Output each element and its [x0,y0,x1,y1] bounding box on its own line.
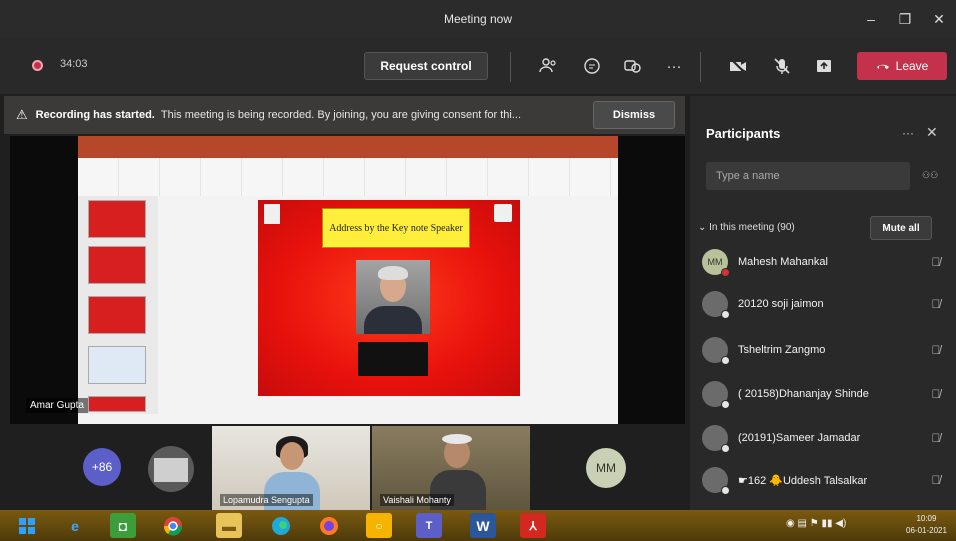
mic-off-icon: 🎙̸ [931,297,941,311]
avatar[interactable] [148,446,194,492]
slide-thumbnail [88,346,146,384]
participant-row[interactable]: MM Mahesh Mahankal 🎙̸ [702,244,946,280]
participant-name: Tsheltrim Zangmo [738,344,826,356]
mic-off-icon: 🎙̸ [931,473,941,487]
participant-name: Mahesh Mahankal [738,256,828,268]
window-controls: – ❐ ✕ [854,0,956,38]
video-tile[interactable]: Lopamudra Sengupta [212,426,370,510]
share-icon[interactable] [812,54,836,78]
avatar [702,337,730,365]
leave-label: Leave [895,59,929,73]
teams-icon[interactable]: T [416,513,442,538]
logo-left [264,204,280,224]
banner-bold-text: Recording has started. [35,109,155,121]
avatar [702,467,730,495]
video-tile[interactable]: Vaishali Mohanty [372,426,530,510]
camera-off-icon[interactable] [726,54,750,78]
in-meeting-section-header[interactable]: ⌄ In this meeting (90) [698,222,795,233]
slide-thumbnails [78,196,158,414]
ppt-ribbon [78,148,618,196]
slide-thumbnail [88,200,146,238]
firefox-icon[interactable] [316,513,342,538]
store-icon[interactable]: ◘ [110,513,136,538]
toolbar-divider [700,52,701,82]
word-icon[interactable]: W [470,513,496,538]
participant-name: ☛162 🐥Uddesh Talsalkar [738,474,868,487]
reactions-icon[interactable] [620,54,644,78]
meeting-toolbar: 34:03 Request control ··· Leave [0,38,956,94]
mic-off-icon: 🎙̸ [931,387,941,401]
taskbar: e ◘ ▬ ○ T W ⅄ ◉ ▤ ⚑ ▮▮ ◀) 10:09 06-01-20… [0,510,956,541]
internet-explorer-icon[interactable]: e [62,513,88,538]
acrobat-icon[interactable]: ⅄ [520,513,546,538]
mic-off-icon[interactable] [770,54,794,78]
video-name-label: Lopamudra Sengupta [220,494,313,506]
toolbar-divider [510,52,511,82]
slide-thumbnail [88,246,146,284]
slide-thumbnail [88,296,146,334]
share-invite-icon[interactable]: ⚇⚇ [922,170,938,181]
windows-start-icon[interactable] [14,513,40,538]
close-icon[interactable]: ✕ [926,124,938,141]
close-icon[interactable]: ✕ [922,11,956,28]
leave-button[interactable]: Leave [857,52,947,80]
participant-row[interactable]: 20120 soji jaimon 🎙̸ [702,286,946,322]
participant-search-input[interactable] [706,162,910,190]
slide-thumbnail [88,396,146,412]
chrome-icon[interactable] [160,513,186,538]
system-tray-icons[interactable]: ◉ ▤ ⚑ ▮▮ ◀) [786,518,846,529]
app-icon[interactable]: ○ [366,513,392,538]
participant-row[interactable]: ☛162 🐥Uddesh Talsalkar 🎙̸ [702,462,946,498]
mute-all-button[interactable]: Mute all [870,216,932,240]
participants-icon[interactable] [536,54,560,78]
shared-screen: Address by the Key note Speaker Amar Gup… [10,136,685,424]
participant-name: ( 20158)Dhananjay Shinde [738,388,869,400]
avatar[interactable]: MM [586,448,626,488]
ppt-titlebar [78,136,618,148]
title-bar: Meeting now – ❐ ✕ [0,0,956,38]
meeting-timer: 34:03 [60,58,88,70]
participant-row[interactable]: Tsheltrim Zangmo 🎙̸ [702,332,946,368]
system-clock[interactable]: 10:09 06-01-2021 [906,513,947,537]
avatar: MM [702,249,730,277]
recording-banner: ⚠ Recording has started. This meeting is… [4,96,685,134]
slide-header: Address by the Key note Speaker [322,208,470,248]
more-participants-badge[interactable]: +86 [83,448,121,486]
phone-icon [876,64,889,69]
mic-off-icon: 🎙̸ [931,343,941,357]
participant-name: (20191)Sameer Jamadar [738,432,861,444]
current-slide: Address by the Key note Speaker [258,200,520,396]
participant-row[interactable]: ( 20158)Dhananjay Shinde 🎙̸ [702,376,946,412]
avatar [702,381,730,409]
banner-message: This meeting is being recorded. By joini… [160,109,521,121]
chat-icon[interactable] [580,54,604,78]
video-name-label: Vaishali Mohanty [380,494,454,506]
window-title: Meeting now [443,12,513,26]
mic-off-icon: 🎙̸ [931,431,941,445]
avatar [702,425,730,453]
request-control-button[interactable]: Request control [364,52,488,80]
video-gallery: +86 Lopamudra Sengupta Vaishali Mohanty … [10,426,685,510]
panel-title: Participants [706,126,781,141]
dismiss-button[interactable]: Dismiss [593,101,675,129]
more-icon[interactable]: ··· [662,54,686,78]
presenter-label: Amar Gupta [26,398,88,413]
mic-off-icon: 🎙̸ [931,255,941,269]
recording-icon [32,60,43,71]
speaker-photo [356,260,430,334]
file-explorer-icon[interactable]: ▬ [216,513,242,538]
participant-row[interactable]: (20191)Sameer Jamadar 🎙̸ [702,420,946,456]
warning-icon: ⚠ [16,107,28,122]
participants-panel: Participants ··· ✕ ⚇⚇ ⌄ In this meeting … [690,96,956,510]
avatar [702,291,730,319]
participant-name: 20120 soji jaimon [738,298,824,310]
minimize-icon[interactable]: – [854,11,888,27]
more-icon[interactable]: ··· [902,126,914,140]
edge-icon[interactable] [268,513,294,538]
powerpoint-window: Address by the Key note Speaker [78,136,618,424]
speaker-caption [358,342,428,376]
maximize-icon[interactable]: ❐ [888,11,922,28]
logo-right [494,204,512,222]
